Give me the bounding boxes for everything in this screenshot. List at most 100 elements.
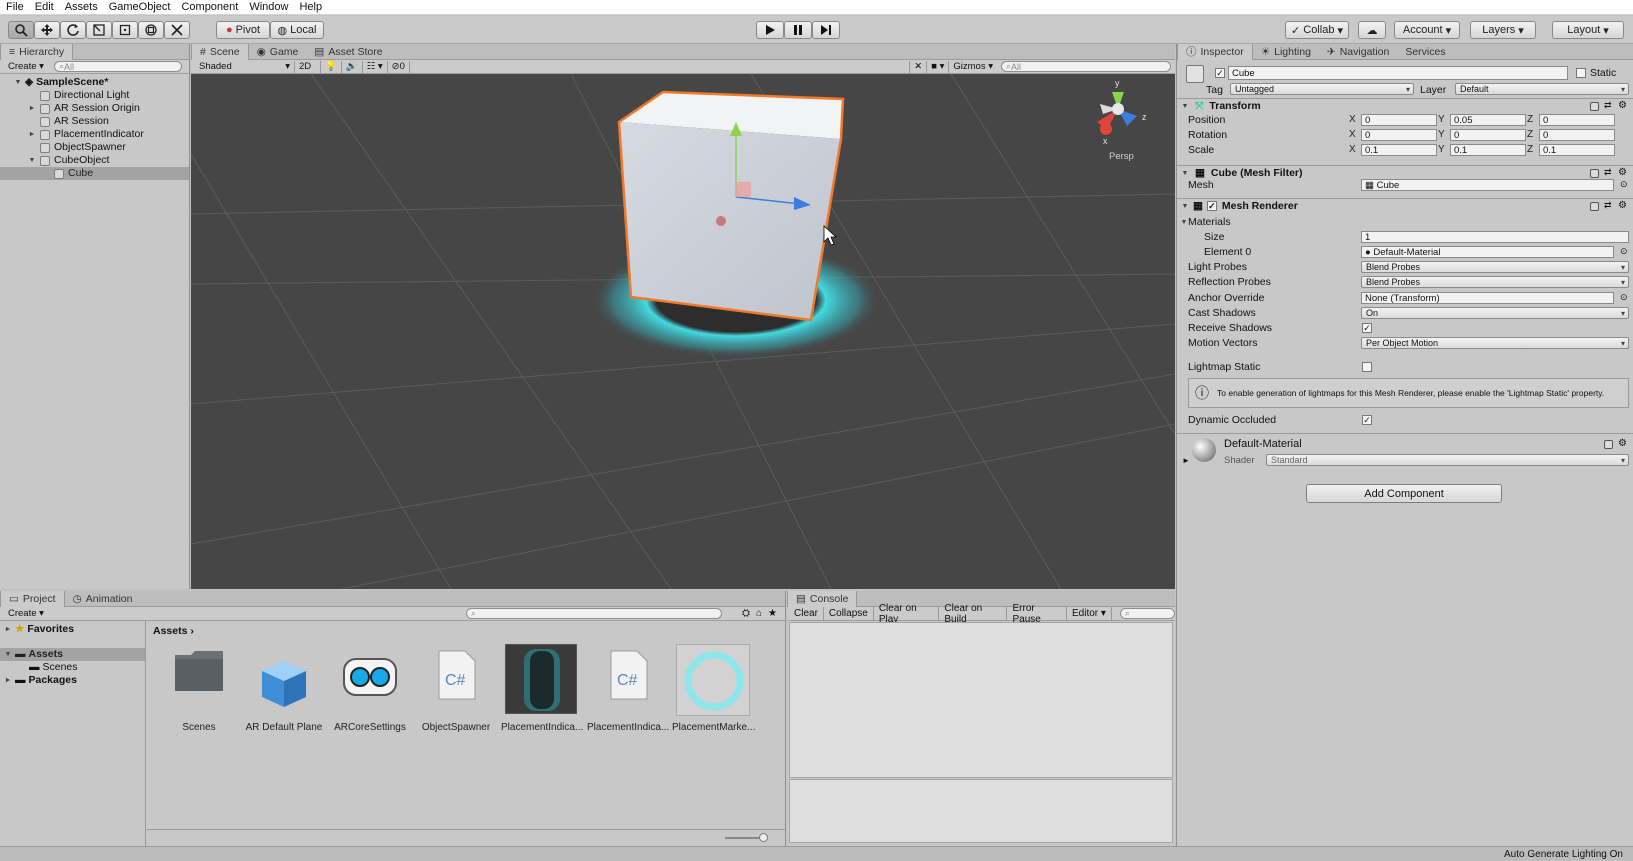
pivot-toggle[interactable]: ● Pivot bbox=[216, 21, 270, 39]
camera-dropdown[interactable]: ■ ▾ bbox=[926, 60, 948, 73]
assets-folder-item[interactable]: ▼ ▬ Assets bbox=[0, 648, 145, 661]
csharp-script-icon[interactable]: C# bbox=[437, 649, 477, 701]
mesh-renderer-header[interactable]: ▼ ▦ ✓ Mesh Renderer bbox=[1177, 198, 1633, 213]
cube-prefab-icon[interactable] bbox=[258, 659, 310, 711]
position-z-label[interactable]: Z bbox=[1527, 114, 1533, 125]
rotate-tool-button[interactable] bbox=[60, 21, 86, 39]
rotation-y-field[interactable]: 0 bbox=[1450, 129, 1526, 141]
scale-y-label[interactable]: Y bbox=[1438, 144, 1445, 155]
filter-type-icon[interactable]: ⛭ bbox=[742, 608, 750, 619]
favorite-star-icon[interactable]: ★ bbox=[768, 608, 777, 619]
scale-x-label[interactable]: X bbox=[1349, 144, 1356, 155]
menu-component[interactable]: Component bbox=[175, 0, 243, 15]
scenes-folder-item[interactable]: ▬ Scenes bbox=[0, 661, 145, 674]
step-button[interactable] bbox=[812, 21, 840, 39]
position-z-field[interactable]: 0 bbox=[1539, 114, 1615, 126]
local-toggle[interactable]: ◍ Local bbox=[270, 21, 324, 39]
materials-foldout[interactable]: ▼ Materials bbox=[1180, 215, 1231, 229]
shading-dropdown[interactable]: Shaded ▾ bbox=[195, 60, 295, 73]
light-probes-dropdown[interactable]: Blend Probes bbox=[1361, 261, 1629, 273]
tab-inspector[interactable]: ⓘ Inspector bbox=[1177, 43, 1253, 60]
preset-icon[interactable]: ⇄ bbox=[1604, 200, 1612, 211]
layers-dropdown[interactable]: Layers ▾ bbox=[1470, 21, 1536, 39]
hierarchy-item[interactable]: Directional Light bbox=[0, 89, 189, 102]
move-tool-button[interactable] bbox=[34, 21, 60, 39]
tab-animation[interactable]: ◷ Animation bbox=[65, 591, 141, 607]
audio-toggle[interactable]: 🔊 bbox=[342, 60, 363, 73]
help-icon[interactable] bbox=[1590, 169, 1599, 178]
motion-vectors-dropdown[interactable]: Per Object Motion bbox=[1361, 337, 1629, 349]
tab-navigation[interactable]: ✈ Navigation bbox=[1319, 44, 1397, 60]
reflection-probes-dropdown[interactable]: Blend Probes bbox=[1361, 276, 1629, 288]
gear-icon[interactable]: ⚙ bbox=[1618, 438, 1627, 449]
project-search-input[interactable]: ⌕ bbox=[465, 608, 722, 619]
pause-button[interactable] bbox=[784, 21, 812, 39]
placement-indicator-prefab-thumbnail[interactable] bbox=[505, 644, 577, 714]
menu-file[interactable]: File bbox=[0, 0, 29, 15]
effects-dropdown[interactable]: ☷ ▾ bbox=[363, 60, 388, 73]
help-icon[interactable] bbox=[1590, 202, 1599, 211]
lighting-toggle[interactable]: 💡 bbox=[321, 60, 342, 73]
cloud-button[interactable]: ☁ bbox=[1358, 21, 1386, 39]
tab-hierarchy[interactable]: ≡ Hierarchy bbox=[0, 43, 74, 60]
transform-header[interactable]: ▼ ⤧ Transform bbox=[1177, 98, 1633, 113]
tag-dropdown[interactable]: Untagged bbox=[1230, 83, 1414, 95]
account-dropdown[interactable]: Account ▾ bbox=[1394, 21, 1460, 39]
tab-services[interactable]: Services bbox=[1397, 44, 1453, 60]
hand-tool-button[interactable] bbox=[8, 21, 34, 39]
rotation-x-field[interactable]: 0 bbox=[1361, 129, 1437, 141]
scale-x-field[interactable]: 0.1 bbox=[1361, 144, 1437, 156]
console-clear-button[interactable]: Clear bbox=[789, 606, 824, 621]
assets-breadcrumb[interactable]: Assets › bbox=[147, 621, 786, 637]
hierarchy-item[interactable]: ▼ CubeObject bbox=[0, 154, 189, 167]
custom-tool-button[interactable] bbox=[164, 21, 190, 39]
gear-icon[interactable]: ⚙ bbox=[1618, 200, 1627, 211]
receive-shadows-checkbox[interactable]: ✓ bbox=[1362, 323, 1372, 333]
object-picker-icon[interactable]: ⊙ bbox=[1620, 246, 1628, 257]
menu-assets[interactable]: Assets bbox=[59, 0, 103, 15]
console-detail-area[interactable] bbox=[789, 779, 1173, 843]
favorites-item[interactable]: ► ★ Favorites bbox=[0, 623, 145, 636]
hierarchy-item[interactable]: ► AR Session Origin bbox=[0, 102, 189, 115]
folder-thumbnail-icon[interactable] bbox=[173, 647, 225, 695]
gear-icon[interactable]: ⚙ bbox=[1618, 167, 1627, 178]
scene-tools-toggle[interactable]: ✕ bbox=[909, 60, 926, 73]
console-editor-dropdown[interactable]: Editor ▾ bbox=[1067, 606, 1112, 621]
rotation-y-label[interactable]: Y bbox=[1438, 129, 1445, 140]
console-clear-on-play-button[interactable]: Clear on Play bbox=[874, 603, 940, 625]
rotation-z-label[interactable]: Z bbox=[1527, 129, 1533, 140]
hierarchy-item[interactable]: Cube bbox=[0, 167, 189, 180]
scale-z-field[interactable]: 0.1 bbox=[1539, 144, 1615, 156]
csharp-script-icon[interactable]: C# bbox=[609, 649, 649, 701]
layer-dropdown[interactable]: Default bbox=[1455, 83, 1629, 95]
preset-icon[interactable]: ⇄ bbox=[1604, 167, 1612, 178]
tab-lighting[interactable]: ☀ Lighting bbox=[1253, 44, 1319, 60]
tab-game[interactable]: ◉ Game bbox=[249, 44, 307, 60]
cast-shadows-dropdown[interactable]: On bbox=[1361, 307, 1629, 319]
add-component-button[interactable]: Add Component bbox=[1306, 484, 1502, 503]
hierarchy-search-input[interactable]: ⌕ All bbox=[53, 61, 182, 72]
console-search-input[interactable]: ⌕ bbox=[1119, 608, 1175, 619]
shader-dropdown[interactable]: Standard bbox=[1266, 454, 1629, 466]
orientation-gizmo[interactable]: y z x Persp bbox=[1097, 78, 1147, 162]
scene-row[interactable]: ▼ ◈ SampleScene* bbox=[0, 76, 189, 89]
rotation-x-label[interactable]: X bbox=[1349, 129, 1356, 140]
tab-project[interactable]: ▭ Project bbox=[0, 590, 65, 607]
zoom-slider-handle[interactable] bbox=[759, 833, 768, 842]
placement-marker-texture-thumbnail[interactable] bbox=[676, 644, 750, 716]
rect-tool-button[interactable] bbox=[112, 21, 138, 39]
size-field[interactable]: 1 bbox=[1361, 231, 1629, 243]
scene-viewport[interactable]: y z x Persp bbox=[191, 74, 1175, 589]
console-log-list[interactable] bbox=[789, 622, 1173, 778]
console-clear-on-build-button[interactable]: Clear on Build bbox=[939, 603, 1008, 625]
rotation-z-field[interactable]: 0 bbox=[1539, 129, 1615, 141]
expand-arrow-icon[interactable]: ► bbox=[1182, 456, 1190, 465]
tab-scene[interactable]: # Scene bbox=[191, 43, 249, 60]
packages-folder-item[interactable]: ► ▬ Packages bbox=[0, 674, 145, 687]
2d-toggle[interactable]: 2D bbox=[295, 60, 321, 73]
scale-y-field[interactable]: 0.1 bbox=[1450, 144, 1526, 156]
dynamic-occluded-checkbox[interactable]: ✓ bbox=[1362, 415, 1372, 425]
menu-help[interactable]: Help bbox=[293, 0, 327, 15]
project-create-dropdown[interactable]: Create ▾ bbox=[4, 608, 48, 620]
hierarchy-item[interactable]: AR Session bbox=[0, 115, 189, 128]
